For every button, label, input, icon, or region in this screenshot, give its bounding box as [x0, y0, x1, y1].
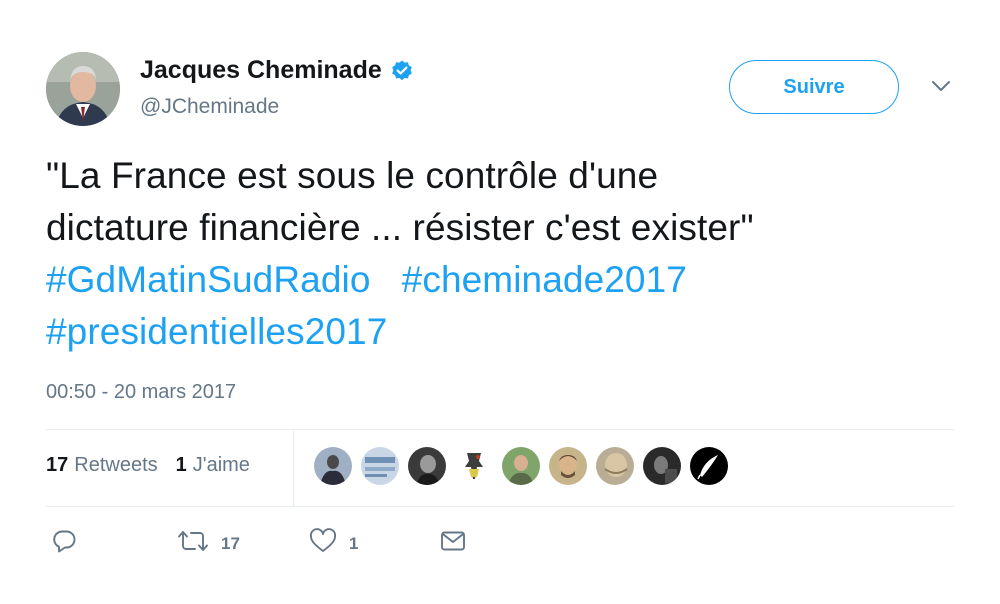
tweet-hashtags-line: #presidentielles2017 — [46, 306, 946, 358]
hashtag-link[interactable]: #GdMatinSudRadio — [46, 259, 371, 300]
retweets-stat[interactable]: 17 Retweets — [46, 454, 158, 477]
like-action-count: 1 — [349, 533, 359, 553]
tweet-timestamp[interactable]: 00:50 - 20 mars 2017 — [46, 381, 236, 404]
retweets-count: 17 — [46, 454, 69, 476]
likes-stat[interactable]: 1 J'aime — [176, 454, 250, 477]
liker-avatar[interactable] — [361, 447, 399, 485]
author-handle[interactable]: @JCheminade — [140, 95, 279, 119]
author-name[interactable]: Jacques Cheminade — [140, 56, 382, 85]
retweet-action-count: 17 — [221, 533, 240, 553]
author-name-row: Jacques Cheminade — [140, 56, 414, 85]
likes-label: J'aime — [192, 454, 250, 476]
liker-avatar[interactable] — [502, 447, 540, 485]
like-icon — [309, 528, 337, 559]
liker-avatar[interactable] — [549, 447, 587, 485]
divider — [46, 429, 954, 430]
tweet-text: "La France est sous le contrôle d'une di… — [46, 150, 946, 358]
liker-avatar[interactable] — [596, 447, 634, 485]
direct-message-icon — [440, 528, 466, 559]
tweet-hashtags-line: #GdMatinSudRadio #cheminade2017 — [46, 254, 946, 306]
liker-avatar[interactable] — [690, 447, 728, 485]
retweet-button[interactable]: 17 — [177, 528, 240, 559]
divider — [46, 506, 954, 507]
author-avatar[interactable] — [46, 52, 120, 126]
stats-divider — [293, 431, 294, 506]
tweet-actions: 17 1 — [0, 528, 1000, 558]
tweet-text-line: dictature financière ... résister c'est … — [46, 207, 754, 248]
liker-avatar[interactable] — [408, 447, 446, 485]
hashtag-link[interactable]: #presidentielles2017 — [46, 311, 387, 352]
direct-message-button[interactable] — [440, 528, 466, 559]
author-avatar-image — [46, 52, 120, 126]
liker-avatar[interactable] — [455, 447, 493, 485]
liker-avatar[interactable] — [643, 447, 681, 485]
reply-icon — [51, 528, 77, 559]
engagement-stats: 17 Retweets 1 J'aime — [46, 454, 268, 477]
reply-button[interactable] — [51, 528, 77, 559]
retweet-icon — [177, 528, 209, 559]
chevron-down-icon[interactable] — [930, 78, 952, 94]
tweet-text-line: "La France est sous le contrôle d'une — [46, 155, 659, 196]
like-button[interactable]: 1 — [309, 528, 358, 559]
hashtag-link[interactable]: #cheminade2017 — [402, 259, 687, 300]
verified-badge-icon — [390, 59, 414, 83]
retweets-label: Retweets — [74, 454, 158, 476]
follow-button[interactable]: Suivre — [729, 60, 899, 114]
likes-count: 1 — [175, 454, 187, 476]
liker-avatars — [314, 447, 737, 485]
liker-avatar[interactable] — [314, 447, 352, 485]
